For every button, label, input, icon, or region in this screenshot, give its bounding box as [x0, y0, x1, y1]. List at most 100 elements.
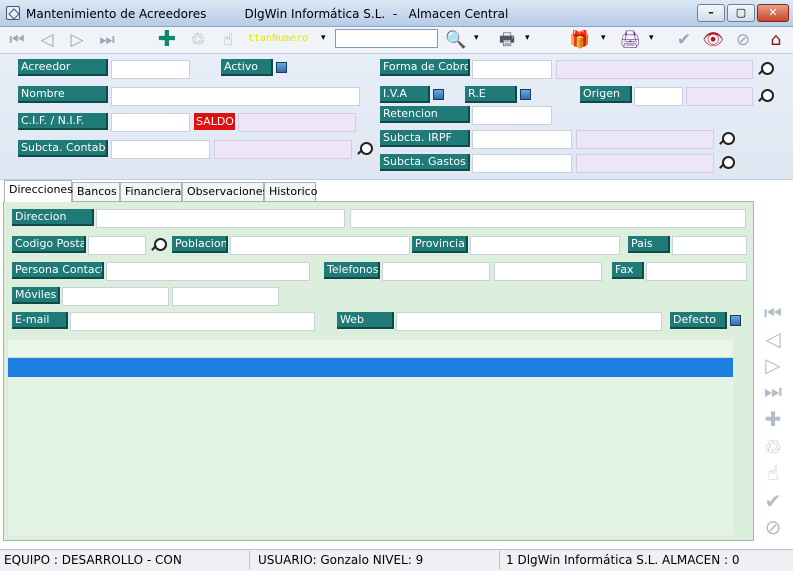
- close-button[interactable]: ✕: [757, 4, 789, 22]
- subcta-contable-code-field[interactable]: [111, 140, 210, 159]
- search-icon[interactable]: 🔍: [443, 30, 469, 50]
- next-icon[interactable]: ▷: [66, 30, 88, 50]
- tab-observaciones[interactable]: Observaciones: [182, 182, 268, 201]
- defecto-checkbox[interactable]: [730, 315, 741, 326]
- subcta-contable-search-icon[interactable]: [356, 141, 373, 157]
- add-record-icon[interactable]: ✚: [761, 408, 785, 430]
- first-icon[interactable]: ⏮: [6, 30, 28, 50]
- movil-field-1[interactable]: [62, 287, 169, 306]
- forma-cobro-search-icon[interactable]: [757, 61, 774, 77]
- status-empresa: 1 DlgWin Informática S.L. ALMACEN : 0: [506, 553, 740, 567]
- nombre-label: Nombre: [18, 86, 108, 103]
- first-record-icon[interactable]: ⏮: [761, 302, 785, 324]
- edit-icon[interactable]: ☝: [217, 30, 239, 50]
- origen-label: Origen: [580, 86, 632, 103]
- persona-contacto-label: Persona Contacto: [12, 262, 104, 279]
- telefono-field-1[interactable]: [382, 262, 490, 281]
- subcta-irpf-code-field[interactable]: [472, 130, 572, 149]
- retencion-label: Retencion: [380, 106, 470, 123]
- saldo-badge: SALDO: [194, 113, 235, 130]
- subcta-contable-label: Subcta. Contable: [18, 140, 108, 157]
- chevron-down-icon[interactable]: ▾: [474, 33, 479, 43]
- subcta-irpf-search-icon[interactable]: [718, 131, 735, 147]
- fax-label: Fax: [612, 262, 644, 279]
- defecto-label: Defecto: [670, 312, 727, 329]
- print-icon[interactable]: 🖶: [494, 30, 520, 50]
- tab-direcciones[interactable]: Direcciones: [4, 180, 73, 202]
- printer2-icon[interactable]: 🖨: [617, 30, 643, 50]
- forma-cobro-label: Forma de Cobro: [380, 59, 470, 76]
- tab-bancos[interactable]: Bancos: [72, 182, 120, 201]
- cancel-record-icon[interactable]: ⊘: [761, 516, 785, 538]
- gift-icon[interactable]: 🎁: [567, 30, 593, 50]
- status-equipo: EQUIPO : DESARROLLO - CON: [0, 551, 250, 569]
- delete-record-icon[interactable]: ♲: [761, 436, 785, 458]
- acreedor-field[interactable]: [111, 60, 190, 79]
- chevron-down-icon[interactable]: ▾: [649, 33, 654, 43]
- delete-icon[interactable]: ♲: [187, 30, 209, 50]
- subcta-gastos-search-icon[interactable]: [718, 155, 735, 171]
- chevron-down-icon[interactable]: ▾: [525, 33, 530, 43]
- subcta-gastos-code-field[interactable]: [472, 154, 572, 173]
- subcta-irpf-desc-field: [576, 130, 714, 149]
- retencion-field[interactable]: [472, 106, 552, 125]
- tab-historico[interactable]: Historico: [264, 182, 317, 201]
- add-icon[interactable]: ✚: [156, 29, 178, 51]
- origen-desc-field: [686, 87, 753, 106]
- chevron-down-icon[interactable]: ▾: [601, 33, 606, 43]
- direccion-field-2[interactable]: [350, 209, 746, 228]
- edit-record-icon[interactable]: ☝: [761, 462, 785, 484]
- check-icon[interactable]: ✔: [672, 30, 696, 50]
- cancel-icon[interactable]: ⊘: [731, 30, 755, 50]
- telefono-field-2[interactable]: [494, 262, 602, 281]
- re-label: R.E: [465, 86, 517, 103]
- app-icon: [6, 6, 20, 20]
- chevron-down-icon[interactable]: ▾: [321, 33, 326, 43]
- moviles-label: Móviles: [12, 287, 60, 304]
- nombre-field[interactable]: [111, 87, 360, 106]
- table-row[interactable]: [8, 358, 733, 377]
- subcta-gastos-desc-field: [576, 154, 714, 173]
- window-title: Mantenimiento de Acreedores DlgWin Infor…: [26, 7, 509, 21]
- origen-code-field[interactable]: [634, 87, 683, 106]
- prev-record-icon[interactable]: ◁: [761, 328, 785, 350]
- pais-field[interactable]: [672, 236, 747, 255]
- email-field[interactable]: [70, 312, 315, 331]
- activo-checkbox[interactable]: [276, 62, 287, 73]
- codigo-postal-label: Codigo Postal: [12, 236, 86, 253]
- web-label: Web: [337, 312, 394, 329]
- acreedor-label: Acreedor: [18, 59, 108, 76]
- subcta-contable-desc-field: [214, 140, 352, 159]
- forma-cobro-desc-field: [556, 60, 753, 79]
- codigo-postal-search-icon[interactable]: [150, 237, 167, 253]
- direccion-label: Direccion: [12, 209, 94, 226]
- forma-cobro-code-field[interactable]: [472, 60, 552, 79]
- codigo-postal-field[interactable]: [88, 236, 146, 255]
- direccion-field-1[interactable]: [96, 209, 345, 228]
- minimize-button[interactable]: –: [697, 4, 725, 22]
- origen-search-icon[interactable]: [757, 88, 774, 104]
- provincia-field[interactable]: [470, 236, 620, 255]
- subcta-gastos-label: Subcta. Gastos: [380, 154, 470, 171]
- iva-checkbox[interactable]: [433, 89, 444, 100]
- persona-contacto-field[interactable]: [106, 262, 310, 281]
- movil-field-2[interactable]: [172, 287, 279, 306]
- last-record-icon[interactable]: ⏭: [761, 380, 785, 402]
- tab-financiera[interactable]: Financiera: [120, 182, 182, 201]
- pais-label: Pais: [628, 236, 670, 253]
- next-record-icon[interactable]: ▷: [761, 354, 785, 376]
- search-input[interactable]: [335, 29, 438, 48]
- maximize-button[interactable]: ▢: [727, 4, 755, 22]
- web-field[interactable]: [396, 312, 662, 331]
- re-checkbox[interactable]: [520, 89, 531, 100]
- eye-icon[interactable]: 👁: [701, 30, 725, 50]
- exit-icon[interactable]: ⌂: [764, 30, 788, 50]
- prev-icon[interactable]: ◁: [36, 30, 58, 50]
- email-label: E-mail: [12, 312, 68, 329]
- telefonos-label: Telefonos: [324, 262, 380, 279]
- fax-field[interactable]: [646, 262, 747, 281]
- confirm-record-icon[interactable]: ✔: [761, 490, 785, 512]
- poblacion-field[interactable]: [230, 236, 410, 255]
- cif-field[interactable]: [111, 113, 190, 132]
- last-icon[interactable]: ⏭: [96, 30, 118, 50]
